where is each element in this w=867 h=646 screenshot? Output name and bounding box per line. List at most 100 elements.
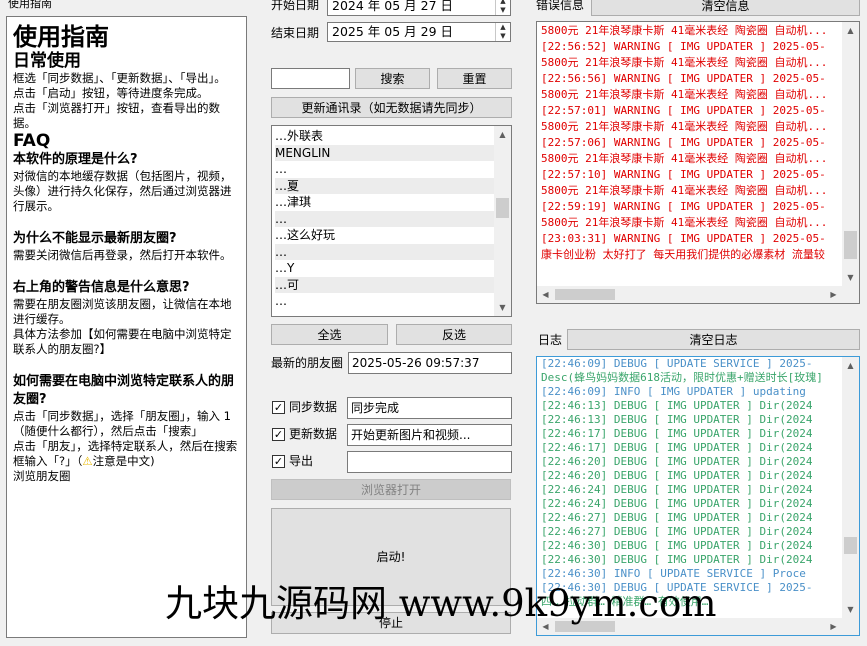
debug-log-line: [22:46:17] DEBUG [ IMG UPDATER ] Dir(202… — [541, 441, 813, 454]
error-log[interactable]: 5800元 21年浪琴康卡斯 41毫米表经 陶瓷圈 自动机... [22:56:5… — [536, 21, 860, 304]
faq-answer-4c: 浏览朋友圈 — [13, 469, 71, 483]
error-log-line: [23:03:31] WARNING [ IMG UPDATER ] 2025-… — [541, 232, 826, 245]
error-log-line: [22:57:06] WARNING [ IMG UPDATER ] 2025-… — [541, 136, 826, 149]
sync-status-field: 同步完成 — [347, 397, 512, 419]
debug-log-line: [22:46:17] DEBUG [ IMG UPDATER ] Dir(202… — [541, 427, 813, 440]
error-log-line: 5800元 21年浪琴康卡斯 41毫米表经 陶瓷圈 自动机... — [541, 24, 828, 37]
open-in-browser-button[interactable]: 浏览器打开 — [271, 479, 511, 500]
export-checkbox[interactable]: ✓ — [272, 455, 285, 468]
debug-log[interactable]: [22:46:09] DEBUG [ UPDATE SERVICE ] 2025… — [536, 356, 860, 636]
error-log-line: [22:56:56] WARNING [ IMG UPDATER ] 2025-… — [541, 72, 826, 85]
contact-search-input[interactable] — [271, 68, 350, 89]
daily-step-2: 点击「启动」按钮，等待进度条完成。 — [13, 86, 209, 100]
error-log-line: 5800元 21年浪琴康卡斯 41毫米表经 陶瓷圈 自动机... — [541, 184, 828, 197]
scroll-up-icon[interactable]: ▲ — [842, 357, 859, 374]
debug-log-line: [22:46:27] DEBUG [ IMG UPDATER ] Dir(202… — [541, 511, 813, 524]
faq-answer-2: 需要关闭微信后再登录，然后打开本软件。 — [13, 248, 232, 262]
logs-label: 日志 — [538, 333, 563, 347]
search-button[interactable]: 搜索 — [355, 68, 430, 89]
stop-button[interactable]: 停止 — [271, 612, 511, 634]
scroll-left-icon[interactable]: ◀ — [537, 618, 554, 635]
scroll-up-icon[interactable]: ▲ — [494, 126, 511, 143]
contact-list-item[interactable]: …可 — [275, 276, 511, 293]
debug-log-line: 四… 拉动群… 精准群… 有效使用… — [541, 595, 709, 608]
faq-answer-4b: 点击「朋友」，选择特定联系人，然后在搜索框输入「?」（⚠注意是中文) — [13, 439, 238, 468]
scroll-right-icon[interactable]: ▶ — [825, 286, 842, 303]
contact-list-item[interactable]: MENGLIN — [275, 144, 511, 161]
debug-log-line: [22:46:09] DEBUG [ UPDATE SERVICE ] 2025… — [541, 357, 813, 370]
faq-question-1: 本软件的原理是什么? — [13, 152, 138, 167]
scroll-up-icon[interactable]: ▲ — [842, 22, 859, 39]
warning-icon: ⚠ — [82, 454, 93, 468]
debug-log-line: [22:46:13] DEBUG [ IMG UPDATER ] Dir(202… — [541, 399, 813, 412]
latest-moment-field: 2025-05-26 09:57:37 — [348, 352, 512, 374]
select-all-button[interactable]: 全选 — [271, 324, 388, 345]
debug-log-line: Desc(蜂鸟妈妈数据618活动，限时优惠+赠送时长[玫瑰] — [541, 371, 823, 384]
debug-log-hscrollbar[interactable]: ◀ ▶ — [537, 618, 859, 635]
contact-list-item[interactable]: … — [275, 210, 511, 227]
debug-log-line: [22:46:24] DEBUG [ IMG UPDATER ] Dir(202… — [541, 483, 813, 496]
start-button[interactable]: 启动! — [271, 508, 511, 606]
faq-answer-3b: 具体方法参加【如何需要在电脑中浏览特定联系人的朋友圈?】 — [13, 327, 232, 356]
error-log-vscrollbar[interactable]: ▲ ▼ — [842, 22, 859, 286]
debug-log-line: [22:46:30] DEBUG [ UPDATE SERVICE ] 2025… — [541, 581, 813, 594]
debug-log-line: [22:46:30] DEBUG [ IMG UPDATER ] Dir(202… — [541, 539, 813, 552]
sync-data-checkbox[interactable]: ✓ — [272, 401, 285, 414]
contact-list-scrollbar[interactable]: ▲ ▼ — [494, 126, 511, 316]
contact-list[interactable]: …外联表 MENGLIN… …夏 …津琪… …这么好玩… …Y …可… ▲ ▼ — [271, 125, 512, 317]
contact-list-item[interactable]: …这么好玩 — [275, 227, 511, 244]
error-log-hscrollbar[interactable]: ◀ ▶ — [537, 286, 859, 303]
daily-use-heading: 日常使用 — [13, 51, 81, 71]
debug-log-line: [22:46:27] DEBUG [ IMG UPDATER ] Dir(202… — [541, 525, 813, 538]
scroll-left-icon[interactable]: ◀ — [537, 286, 554, 303]
faq-answer-1: 对微信的本地缓存数据（包括图片，视频，头像）进行持久化保存，然后通过浏览器进行展… — [13, 169, 232, 213]
faq-question-3: 右上角的警告信息是什么意思? — [13, 280, 190, 295]
update-contacts-button[interactable]: 更新通讯录（如无数据请先同步） — [271, 97, 512, 118]
contact-list-item[interactable]: … — [275, 161, 511, 178]
invert-selection-button[interactable]: 反选 — [396, 324, 512, 345]
error-log-line: 5800元 21年浪琴康卡斯 41毫米表经 陶瓷圈 自动机... — [541, 120, 828, 133]
error-log-line: 5800元 21年浪琴康卡斯 41毫米表经 陶瓷圈 自动机... — [541, 152, 828, 165]
end-date-picker[interactable]: 2025 年 05 月 29 日 ▲ ▼ — [327, 22, 511, 42]
error-log-line: 5800元 21年浪琴康卡斯 41毫米表经 陶瓷圈 自动机... — [541, 216, 828, 229]
reset-button[interactable]: 重置 — [437, 68, 512, 89]
update-data-label: 更新数据 — [289, 427, 338, 441]
contact-list-item[interactable]: …Y — [275, 260, 511, 277]
contact-list-item[interactable]: …津琪 — [275, 194, 511, 211]
scroll-down-icon[interactable]: ▼ — [494, 299, 511, 316]
update-status-field: 开始更新图片和视频... — [347, 424, 512, 446]
faq-question-2: 为什么不能显示最新朋友圈? — [13, 231, 177, 246]
debug-log-line: [22:46:30] INFO [ UPDATE SERVICE ] Proce — [541, 567, 806, 580]
debug-log-line: [22:46:20] DEBUG [ IMG UPDATER ] Dir(202… — [541, 455, 813, 468]
scroll-down-icon[interactable]: ▼ — [842, 601, 859, 618]
start-date-picker[interactable]: 2024 年 05 月 27 日 ▲ ▼ — [327, 0, 511, 16]
debug-log-line: [22:46:30] DEBUG [ IMG UPDATER ] Dir(202… — [541, 553, 813, 566]
contact-list-item[interactable]: … — [275, 243, 511, 260]
end-date-label: 结束日期 — [271, 26, 320, 40]
debug-log-vscrollbar[interactable]: ▲ ▼ — [842, 357, 859, 618]
help-panel[interactable]: 使用指南 日常使用 框选「同步数据」、「更新数据」、「导出」。 点击「启动」按钮… — [6, 16, 247, 638]
contact-list-item[interactable]: …外联表 — [275, 128, 511, 145]
error-log-line: [22:59:19] WARNING [ IMG UPDATER ] 2025-… — [541, 200, 826, 213]
scroll-right-icon[interactable]: ▶ — [825, 618, 842, 635]
contact-list-item[interactable]: … — [275, 293, 511, 310]
debug-log-line: [22:46:13] DEBUG [ IMG UPDATER ] Dir(202… — [541, 413, 813, 426]
error-log-line: 5800元 21年浪琴康卡斯 41毫米表经 陶瓷圈 自动机... — [541, 88, 828, 101]
daily-step-1: 框选「同步数据」、「更新数据」、「导出」。 — [13, 71, 226, 85]
faq-heading: FAQ — [13, 131, 51, 151]
faq-answer-3: 需要在朋友圈浏览该朋友圈，让微信在本地进行缓存。 — [13, 297, 232, 326]
error-log-line: [22:57:10] WARNING [ IMG UPDATER ] 2025-… — [541, 168, 826, 181]
end-date-spinner[interactable]: ▲ ▼ — [495, 23, 510, 41]
start-date-spinner[interactable]: ▲ ▼ — [495, 0, 510, 15]
sync-data-label: 同步数据 — [289, 400, 338, 414]
error-log-line: 康卡创业粉 太好打了 每天用我们提供的必爆素材 流量较 — [541, 248, 825, 261]
contact-list-item[interactable]: …夏 — [275, 177, 511, 194]
error-log-line: [22:57:01] WARNING [ IMG UPDATER ] 2025-… — [541, 104, 826, 117]
clear-logs-button[interactable]: 清空日志 — [567, 329, 860, 350]
scroll-down-icon[interactable]: ▼ — [842, 269, 859, 286]
update-data-checkbox[interactable]: ✓ — [272, 428, 285, 441]
debug-log-line: [22:46:20] DEBUG [ IMG UPDATER ] Dir(202… — [541, 469, 813, 482]
debug-log-line: [22:46:24] DEBUG [ IMG UPDATER ] Dir(202… — [541, 497, 813, 510]
clear-errors-button[interactable]: 清空信息 — [591, 0, 860, 16]
export-status-field — [347, 451, 512, 473]
